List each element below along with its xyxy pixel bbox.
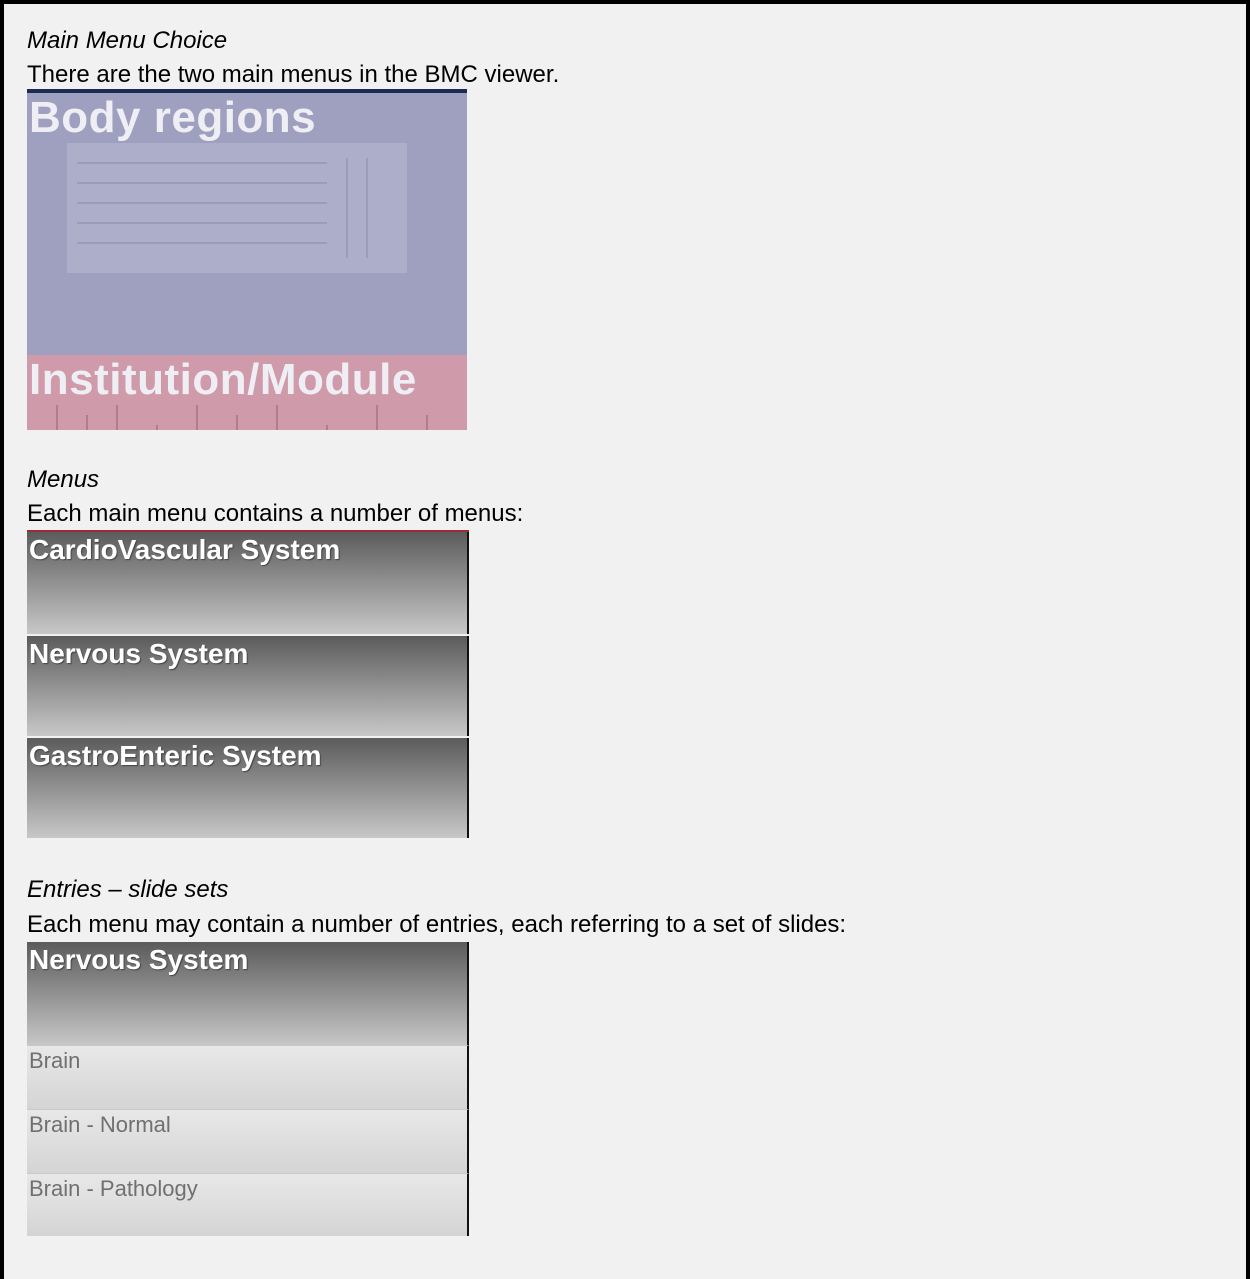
main-menu-choice-image: Body regions Institution/Module	[27, 89, 467, 430]
menus-description: Each main menu contains a number of menu…	[27, 500, 524, 527]
menu-nervous-system[interactable]: Nervous System	[27, 636, 469, 736]
menu-label: CardioVascular System	[29, 534, 341, 565]
menu-nervous-system-expanded[interactable]: Nervous System	[27, 942, 469, 1046]
body-regions-menu[interactable]: Body regions	[27, 93, 467, 355]
menu-gastroenteric-system[interactable]: GastroEnteric System	[27, 738, 469, 838]
entry-brain[interactable]: Brain	[27, 1045, 469, 1110]
menus-heading: Menus	[27, 466, 100, 493]
entry-brain-normal[interactable]: Brain - Normal	[27, 1109, 469, 1174]
main-menu-choice-description: There are the two main menus in the BMC …	[27, 61, 560, 88]
menu-cardiovascular-system[interactable]: CardioVascular System	[27, 532, 469, 634]
slide-thumbnail-graphic	[67, 143, 407, 273]
entry-label: Brain - Pathology	[29, 1176, 198, 1201]
entries-heading: Entries – slide sets	[27, 876, 229, 903]
main-menu-choice-heading: Main Menu Choice	[27, 27, 228, 54]
institution-module-label: Institution/Module	[29, 355, 417, 404]
menu-label: Nervous System	[29, 944, 249, 975]
entry-label: Brain	[29, 1048, 81, 1073]
menu-label: Nervous System	[29, 638, 249, 669]
entries-description: Each menu may contain a number of entrie…	[27, 911, 847, 938]
body-regions-label: Body regions	[29, 93, 317, 142]
entry-label: Brain - Normal	[29, 1112, 171, 1137]
menu-label: GastroEnteric System	[29, 740, 322, 771]
entry-brain-pathology[interactable]: Brain - Pathology	[27, 1173, 469, 1236]
institution-module-menu[interactable]: Institution/Module	[27, 355, 467, 430]
